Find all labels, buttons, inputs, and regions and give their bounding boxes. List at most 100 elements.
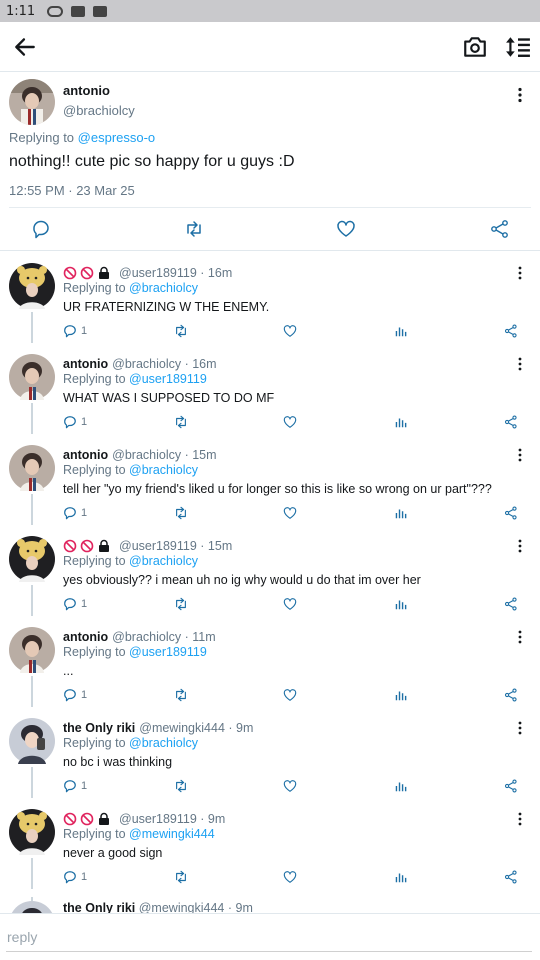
replying-prefix: Replying to [63,554,130,568]
tweet-timestamp: 12:55 PM · 23 Mar 25 [9,183,135,198]
more-options-icon[interactable] [513,448,527,462]
stats-icon[interactable] [394,324,408,338]
like-icon[interactable] [336,219,356,239]
author-handle[interactable]: @brachiolcy [63,103,135,118]
author-handle[interactable]: @mewingki444 [139,901,225,913]
author-name[interactable]: the Only riki [63,901,135,913]
reply-count: 1 [81,507,88,519]
thread-line [31,858,33,889]
retweet-icon[interactable] [174,597,188,611]
replying-to-link[interactable]: @user189119 [129,645,207,659]
replying-to-link[interactable]: @espresso-o [78,130,156,145]
share-icon[interactable] [504,779,518,793]
more-options-icon[interactable] [512,87,528,103]
list-item[interactable]: @user189119 · 16m Replying to @brachiolcy… [0,252,540,343]
author-handle[interactable]: @mewingki444 [139,721,225,735]
reply-icon[interactable] [31,219,51,239]
list-item[interactable]: @user189119 · 15m Replying to @brachiolcy… [0,525,540,616]
author-name[interactable]: antonio [63,630,108,644]
back-arrow-icon[interactable] [12,34,38,60]
author-name[interactable]: antonio [63,83,110,98]
share-icon[interactable] [504,870,518,884]
more-options-icon[interactable] [513,357,527,371]
replying-to-link[interactable]: @user189119 [129,372,207,386]
like-icon[interactable] [283,597,297,611]
share-icon[interactable] [490,219,510,239]
avatar[interactable] [9,718,55,764]
more-options-icon[interactable] [513,721,527,735]
like-icon[interactable] [283,324,297,338]
reply-button[interactable]: 1 [63,870,87,884]
like-icon[interactable] [283,415,297,429]
avatar[interactable] [9,354,55,400]
retweet-icon[interactable] [174,324,188,338]
replying-to-link[interactable]: @brachiolcy [129,554,198,568]
retweet-icon[interactable] [174,870,188,884]
avatar[interactable] [9,263,55,309]
stats-icon[interactable] [394,688,408,702]
sort-icon[interactable] [505,35,531,59]
author-handle[interactable]: @user189119 [119,812,197,826]
stats-icon[interactable] [394,506,408,520]
avatar[interactable] [9,809,55,855]
share-icon[interactable] [504,415,518,429]
more-options-icon[interactable] [513,539,527,553]
author-name[interactable]: the Only riki [63,721,135,735]
avatar[interactable] [9,627,55,673]
list-item-partial[interactable]: the Only riki @mewingki444 · 9m [0,897,540,913]
like-icon[interactable] [283,870,297,884]
more-options-icon[interactable] [513,630,527,644]
list-item[interactable]: antonio @brachiolcy · 16m Replying to @use… [0,343,540,434]
avatar[interactable] [9,536,55,582]
list-item[interactable]: antonio @brachiolcy · 15m Replying to @bra… [0,434,540,525]
share-icon[interactable] [504,688,518,702]
author-handle[interactable]: @brachiolcy [112,357,181,371]
reply-button[interactable]: 1 [63,597,87,611]
author-name[interactable]: antonio [63,448,108,462]
stats-icon[interactable] [394,779,408,793]
author-handle[interactable]: @user189119 [119,266,197,280]
list-item[interactable]: the Only riki @mewingki444 · 9m Replying t… [0,707,540,798]
share-icon[interactable] [504,324,518,338]
author-handle[interactable]: @user189119 [119,539,197,553]
retweet-icon[interactable] [174,688,188,702]
replying-to-link[interactable]: @mewingki444 [129,827,215,841]
replying-to: Replying to @brachiolcy [63,736,198,750]
stats-icon[interactable] [394,415,408,429]
reply-button[interactable]: 1 [63,415,87,429]
reply-button[interactable]: 1 [63,324,87,338]
author-handle[interactable]: @brachiolcy [112,448,181,462]
like-icon[interactable] [283,779,297,793]
retweet-icon[interactable] [174,506,188,520]
retweet-icon[interactable] [174,415,188,429]
replying-to-link[interactable]: @brachiolcy [129,281,198,295]
camera-icon[interactable] [462,35,488,59]
reply-header: @user189119 · 16m [63,266,232,280]
blocked-badges-icon [63,812,115,826]
retweet-icon[interactable] [184,219,204,239]
reply-button[interactable]: 1 [63,506,87,520]
replying-to-link[interactable]: @brachiolcy [129,736,198,750]
stats-icon[interactable] [394,870,408,884]
reply-button[interactable]: 1 [63,779,87,793]
retweet-icon[interactable] [174,779,188,793]
more-options-icon[interactable] [513,812,527,826]
like-icon[interactable] [283,688,297,702]
author-name[interactable]: antonio [63,357,108,371]
reply-button[interactable]: 1 [63,688,87,702]
avatar[interactable] [9,79,55,125]
share-icon[interactable] [504,506,518,520]
list-item[interactable]: antonio @brachiolcy · 11m Replying to @use… [0,616,540,707]
reply-text: never a good sign [63,846,163,860]
avatar[interactable] [9,901,55,913]
share-icon[interactable] [504,597,518,611]
avatar[interactable] [9,445,55,491]
more-options-icon[interactable] [513,266,527,280]
stats-icon[interactable] [394,597,408,611]
author-handle[interactable]: @brachiolcy [112,630,181,644]
reply-header: the Only riki @mewingki444 · 9m [63,901,253,913]
list-item[interactable]: @user189119 · 9m Replying to @mewingki444… [0,798,540,889]
reply-input[interactable] [6,922,532,952]
like-icon[interactable] [283,506,297,520]
replying-to-link[interactable]: @brachiolcy [129,463,198,477]
